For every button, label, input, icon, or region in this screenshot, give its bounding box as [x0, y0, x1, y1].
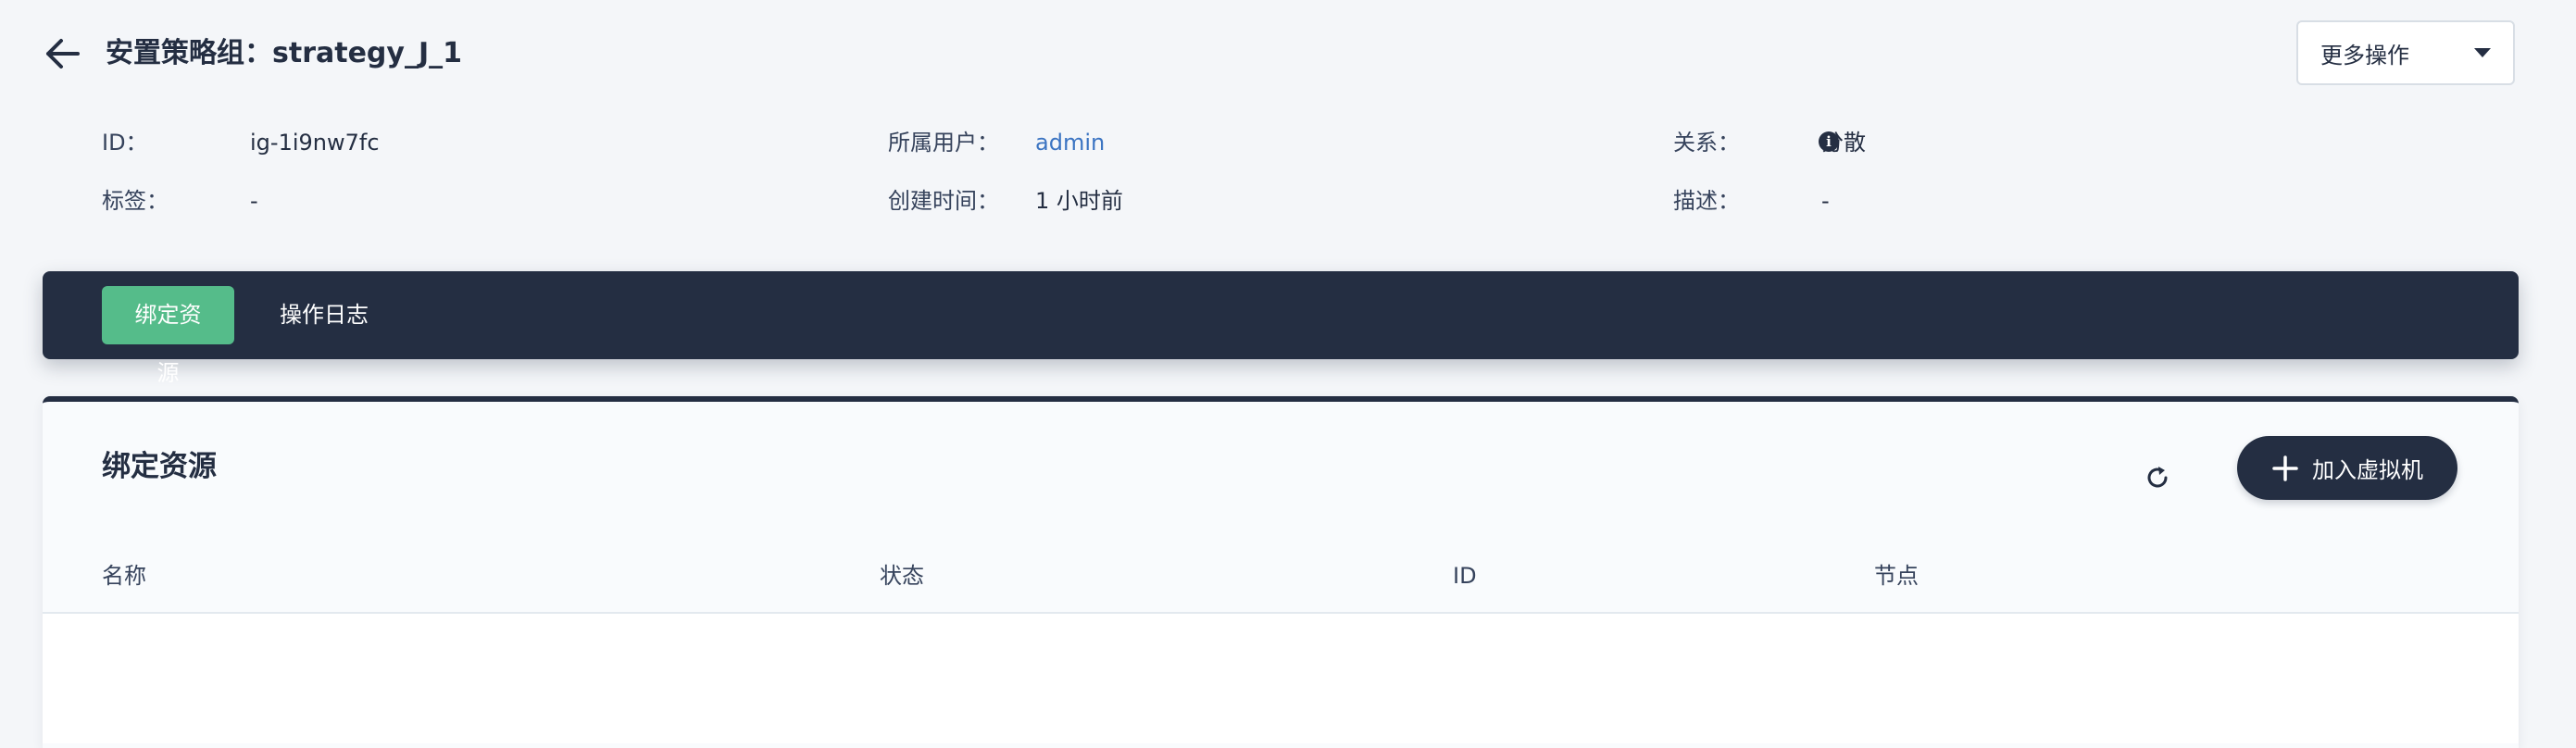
id-value: ig-1i9nw7fc — [250, 130, 380, 156]
column-header-node[interactable]: 节点 — [1874, 559, 1919, 592]
tags-value: - — [250, 188, 258, 214]
column-header-id[interactable]: ID — [1453, 559, 1477, 592]
panel-title: 绑定资源 — [102, 450, 217, 483]
caret-down-icon — [2474, 48, 2491, 57]
tags-label: 标签： — [102, 188, 169, 214]
tab-bar: 绑定资源 操作日志 — [43, 271, 2519, 386]
more-actions-label: 更多操作 — [2320, 42, 2409, 69]
refresh-icon — [2147, 467, 2168, 488]
created-value: 1 小时前 — [1035, 188, 1123, 214]
owner-label: 所属用户： — [888, 130, 999, 156]
info-icon[interactable]: i — [1819, 131, 1839, 152]
table-body — [43, 614, 2519, 743]
created-label: 创建时间： — [888, 188, 999, 214]
plus-icon — [2272, 455, 2298, 481]
back-button[interactable] — [41, 31, 85, 76]
description-label: 描述： — [1673, 188, 1740, 214]
description-value: - — [1821, 188, 1830, 214]
page-title: 安置策略组：strategy_J_1 — [106, 37, 462, 69]
column-header-status[interactable]: 状态 — [880, 559, 924, 592]
id-label: ID： — [102, 130, 148, 156]
add-vm-label: 加入虚拟机 — [2312, 457, 2423, 483]
bound-resources-panel: 绑定资源 加入虚拟机 名称 状态 ID 节点 — [43, 396, 2519, 748]
relation-label: 关系： — [1673, 130, 1740, 156]
more-actions-dropdown[interactable]: 更多操作 — [2296, 20, 2515, 85]
arrow-left-icon — [46, 39, 80, 69]
add-vm-button[interactable]: 加入虚拟机 — [2237, 436, 2457, 500]
tab-bound-resources[interactable]: 绑定资源 — [102, 286, 234, 386]
tab-operation-log[interactable]: 操作日志 — [257, 286, 391, 344]
column-header-name[interactable]: 名称 — [102, 559, 146, 592]
owner-link[interactable]: admin — [1035, 126, 1105, 159]
refresh-button[interactable] — [2137, 457, 2178, 498]
